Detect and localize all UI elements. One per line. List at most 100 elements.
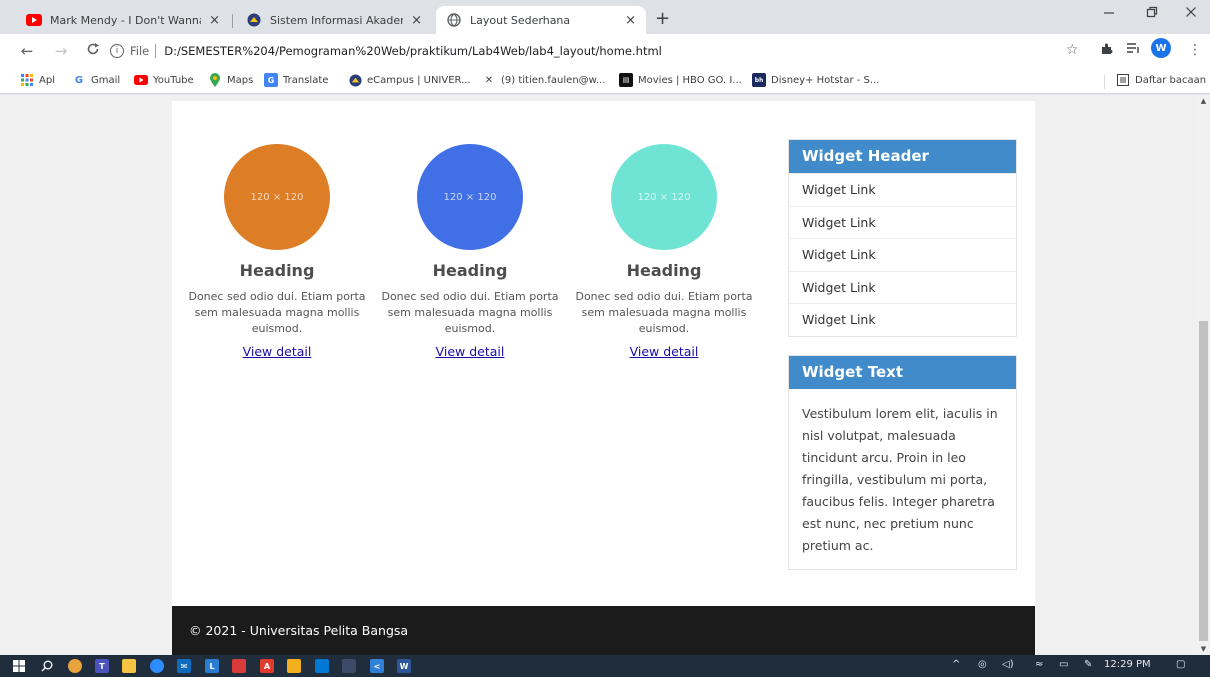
bookmark-apl[interactable]: Apl bbox=[20, 73, 55, 87]
battery-icon[interactable]: ▭ bbox=[1059, 659, 1068, 670]
widget-link[interactable]: Widget Link bbox=[789, 205, 1016, 239]
file-explorer-icon[interactable] bbox=[122, 659, 136, 673]
chrome-icon[interactable] bbox=[68, 659, 82, 673]
bookmark-xing[interactable]: ✕ (9) titien.faulen@w... bbox=[482, 73, 606, 87]
info-icon[interactable]: i bbox=[110, 44, 124, 58]
bookmark-hbo[interactable]: ▤ Movies | HBO GO. I... bbox=[619, 73, 742, 87]
minimize-icon[interactable] bbox=[1103, 6, 1115, 22]
bookmark-label: Movies | HBO GO. I... bbox=[638, 74, 742, 86]
placeholder-image: 120 × 120 bbox=[417, 144, 523, 250]
placeholder-image: 120 × 120 bbox=[611, 144, 717, 250]
view-detail-link[interactable]: View detail bbox=[436, 344, 505, 359]
window-close-icon[interactable] bbox=[1185, 6, 1197, 22]
tab-close-icon[interactable]: × bbox=[625, 13, 636, 28]
word-icon[interactable]: W bbox=[397, 659, 411, 673]
url-text: D:/SEMESTER%204/Pemograman%20Web/praktik… bbox=[164, 44, 662, 58]
card-heading: Heading bbox=[432, 261, 508, 280]
acrobat-icon[interactable]: A bbox=[260, 659, 274, 673]
card-text: Donec sed odio dui. Etiam porta sem male… bbox=[575, 290, 753, 335]
card-heading: Heading bbox=[239, 261, 315, 280]
widget-link[interactable]: Widget Link bbox=[789, 173, 1016, 206]
tray-chevron-up-icon[interactable]: ^ bbox=[952, 659, 960, 670]
volume-icon[interactable]: ◁) bbox=[1002, 659, 1014, 670]
translate-icon: G bbox=[264, 73, 278, 87]
bookmark-youtube[interactable]: YouTube bbox=[134, 73, 194, 87]
bookmarks-bar: Apl G Gmail YouTube Maps G Translate eCa… bbox=[0, 68, 1210, 94]
widget-links: Widget Header Widget Link Widget Link Wi… bbox=[788, 139, 1017, 337]
bookmark-label: eCampus | UNIVER... bbox=[367, 74, 471, 86]
pen-icon[interactable]: ✎ bbox=[1084, 659, 1092, 670]
back-arrow-icon[interactable]: ← bbox=[16, 42, 38, 60]
app-shield-icon[interactable] bbox=[232, 659, 246, 673]
scroll-down-arrow-icon[interactable]: ▼ bbox=[1197, 645, 1210, 653]
globe-icon bbox=[446, 12, 462, 28]
address-separator bbox=[155, 44, 157, 58]
windows-start-icon[interactable] bbox=[12, 659, 26, 673]
reading-list-button[interactable]: Daftar bacaan bbox=[1116, 73, 1206, 87]
tab-sistem-informasi[interactable]: Sistem Informasi Akademik × bbox=[236, 6, 432, 34]
teams-icon[interactable]: T bbox=[95, 659, 109, 673]
star-bookmark-icon[interactable]: ☆ bbox=[1066, 42, 1079, 58]
bookmark-maps[interactable]: Maps bbox=[208, 73, 253, 87]
widget-header: Widget Header bbox=[789, 140, 1016, 173]
app-window-icon[interactable] bbox=[342, 659, 356, 673]
address-bar[interactable]: i File D:/SEMESTER%204/Pemograman%20Web/… bbox=[110, 38, 1070, 64]
view-detail-link[interactable]: View detail bbox=[243, 344, 312, 359]
page-container: 120 × 120 Heading Donec sed odio dui. Et… bbox=[172, 101, 1035, 655]
card-text: Donec sed odio dui. Etiam porta sem male… bbox=[381, 290, 559, 335]
content-card: 120 × 120 Heading Donec sed odio dui. Et… bbox=[375, 144, 565, 359]
widget-link[interactable]: Widget Link bbox=[789, 238, 1016, 271]
mail-icon[interactable]: ✉ bbox=[177, 659, 191, 673]
tab-title: Sistem Informasi Akademik bbox=[270, 13, 403, 27]
bookmark-translate[interactable]: G Translate bbox=[264, 73, 328, 87]
store-icon[interactable] bbox=[315, 659, 329, 673]
vscode-icon[interactable]: < bbox=[370, 659, 384, 673]
windows-taskbar: T ✉ L A < W ^ ◎ ◁) ≈ ▭ ✎ 12:29 PM ▢ bbox=[0, 655, 1210, 677]
bookmark-label: (9) titien.faulen@w... bbox=[501, 74, 606, 86]
sticky-notes-icon[interactable] bbox=[287, 659, 301, 673]
youtube-icon bbox=[134, 73, 148, 87]
widget-text-body: Vestibulum lorem elit, iaculis in nisl v… bbox=[802, 406, 998, 553]
bookmark-ecampus[interactable]: eCampus | UNIVER... bbox=[348, 73, 471, 87]
zoom-icon[interactable] bbox=[150, 659, 164, 673]
bookmark-hotstar[interactable]: bh Disney+ Hotstar - S... bbox=[752, 73, 879, 87]
tab-youtube[interactable]: Mark Mendy - I Don't Wanna Be × bbox=[16, 6, 230, 34]
placeholder-text: 120 × 120 bbox=[250, 191, 304, 203]
tray-meet-icon[interactable]: ◎ bbox=[978, 659, 987, 670]
reading-list-icon[interactable] bbox=[1126, 42, 1140, 58]
app-l-icon[interactable]: L bbox=[205, 659, 219, 673]
placeholder-text: 120 × 120 bbox=[637, 191, 691, 203]
new-tab-button[interactable]: + bbox=[655, 8, 670, 29]
search-icon[interactable] bbox=[40, 659, 54, 673]
profile-avatar[interactable]: W bbox=[1151, 38, 1171, 58]
google-icon: G bbox=[74, 74, 84, 86]
menu-kebab-icon[interactable]: ⋮ bbox=[1188, 42, 1202, 58]
scrollbar-thumb[interactable] bbox=[1199, 321, 1208, 641]
reload-icon[interactable] bbox=[82, 42, 104, 60]
tab-close-icon[interactable]: × bbox=[411, 13, 422, 28]
scroll-up-arrow-icon[interactable]: ▲ bbox=[1197, 97, 1210, 105]
taskbar-clock[interactable]: 12:29 PM bbox=[1104, 659, 1151, 670]
campus-icon bbox=[246, 12, 262, 28]
restore-icon[interactable] bbox=[1146, 6, 1158, 22]
bookmark-gmail[interactable]: G Gmail bbox=[72, 73, 120, 87]
content-card: 120 × 120 Heading Donec sed odio dui. Et… bbox=[569, 144, 759, 359]
card-text: Donec sed odio dui. Etiam porta sem male… bbox=[188, 290, 366, 335]
tab-strip: Mark Mendy - I Don't Wanna Be × Sistem I… bbox=[0, 0, 1210, 34]
reading-list-label: Daftar bacaan bbox=[1135, 74, 1207, 86]
widget-link[interactable]: Widget Link bbox=[789, 270, 1016, 304]
view-detail-link[interactable]: View detail bbox=[630, 344, 699, 359]
tab-layout-sederhana[interactable]: Layout Sederhana × bbox=[436, 6, 646, 34]
wifi-icon[interactable]: ≈ bbox=[1035, 659, 1043, 670]
browser-toolbar: ← → i File D:/SEMESTER%204/Pemograman%20… bbox=[0, 34, 1210, 68]
extensions-puzzle-icon[interactable] bbox=[1100, 42, 1114, 60]
bookmark-label: Translate bbox=[283, 74, 329, 86]
forward-arrow-icon[interactable]: → bbox=[50, 42, 72, 60]
tab-close-icon[interactable]: × bbox=[209, 13, 220, 28]
vertical-scrollbar[interactable]: ▲ ▼ bbox=[1197, 95, 1210, 655]
widget-link[interactable]: Widget Link bbox=[789, 303, 1016, 336]
notifications-icon[interactable]: ▢ bbox=[1176, 659, 1185, 670]
tab-separator bbox=[232, 14, 233, 28]
bookmark-label: Maps bbox=[227, 74, 254, 86]
page-footer: © 2021 - Universitas Pelita Bangsa bbox=[172, 606, 1035, 655]
